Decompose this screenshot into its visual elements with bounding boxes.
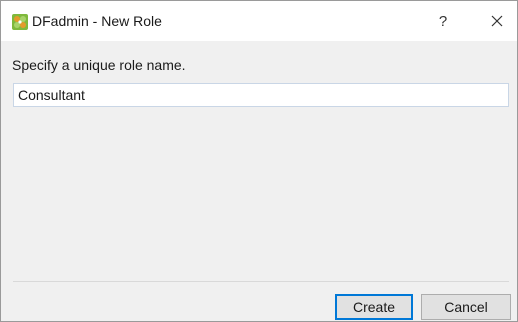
close-icon xyxy=(491,15,503,27)
dfadmin-app-icon xyxy=(12,14,28,30)
title-bar: DFadmin - New Role ? xyxy=(1,1,517,41)
help-button[interactable]: ? xyxy=(425,1,461,41)
close-button[interactable] xyxy=(477,1,517,41)
button-separator xyxy=(13,281,509,282)
new-role-dialog: DFadmin - New Role ? Specify a unique ro… xyxy=(0,0,518,322)
cancel-button[interactable]: Cancel xyxy=(421,294,511,320)
window-title: DFadmin - New Role xyxy=(32,13,162,29)
role-name-prompt: Specify a unique role name. xyxy=(12,57,186,73)
create-button[interactable]: Create xyxy=(335,294,413,320)
role-name-input[interactable] xyxy=(13,83,509,107)
